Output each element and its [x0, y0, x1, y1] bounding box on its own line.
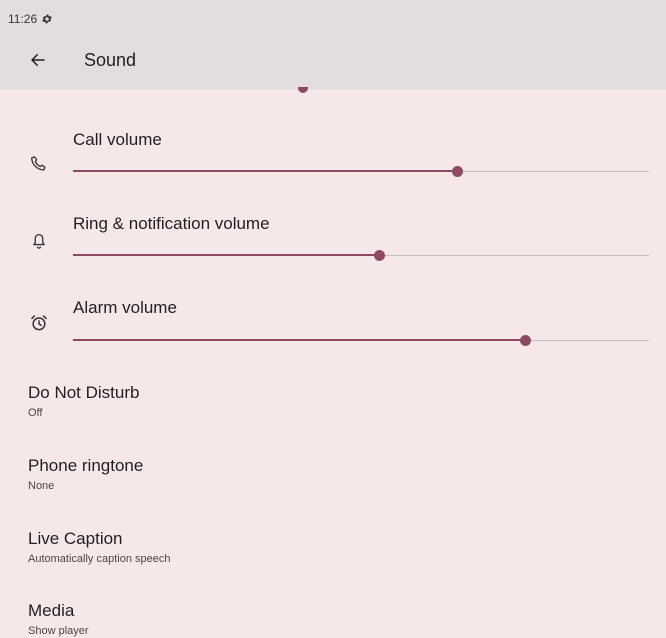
media-item[interactable]: Media Show player: [28, 600, 89, 638]
slider-active-track: [73, 254, 380, 256]
live-caption-item[interactable]: Live Caption Automatically caption speec…: [28, 528, 170, 566]
gear-icon: [42, 14, 52, 24]
arrow-left-icon: [31, 54, 45, 66]
page-title: Sound: [84, 50, 137, 70]
pref-title: Media: [28, 601, 75, 620]
ring-volume-label: Ring & notification volume: [73, 214, 270, 233]
slider-active-track: [73, 339, 526, 341]
alarm-volume-slider[interactable]: [73, 333, 649, 349]
phone-icon: [27, 152, 51, 176]
do-not-disturb-item[interactable]: Do Not Disturb Off: [28, 382, 139, 420]
ring-volume-row: Ring & notification volume: [0, 211, 666, 281]
pref-title: Do Not Disturb: [28, 383, 140, 402]
status-bar: 11:26: [8, 11, 53, 27]
pref-summary: None: [28, 480, 55, 492]
pref-summary: Show player: [28, 625, 89, 637]
status-time: 11:26: [8, 12, 38, 26]
pref-title: Phone ringtone: [28, 456, 144, 475]
phone-ringtone-item[interactable]: Phone ringtone None: [28, 455, 143, 493]
call-volume-label: Call volume: [73, 130, 162, 149]
alarm-volume-label: Alarm volume: [73, 298, 177, 317]
slider-thumb[interactable]: [520, 335, 532, 346]
call-volume-slider[interactable]: [73, 164, 649, 180]
back-button[interactable]: [26, 48, 50, 72]
bell-icon: [27, 229, 51, 253]
slider-thumb[interactable]: [374, 250, 386, 261]
alarm-clock-icon: [27, 311, 51, 335]
pref-summary: Automatically caption speech: [28, 553, 171, 565]
slider-active-track: [73, 170, 458, 172]
app-bar: 11:26 Sound: [0, 0, 666, 90]
media-slider-thumb-remnant: [298, 87, 308, 93]
alarm-volume-row: Alarm volume: [0, 295, 666, 365]
slider-thumb[interactable]: [452, 166, 464, 177]
ring-volume-slider[interactable]: [73, 248, 649, 264]
pref-title: Live Caption: [28, 529, 123, 548]
pref-summary: Off: [28, 407, 43, 419]
call-volume-row: Call volume: [0, 126, 666, 196]
